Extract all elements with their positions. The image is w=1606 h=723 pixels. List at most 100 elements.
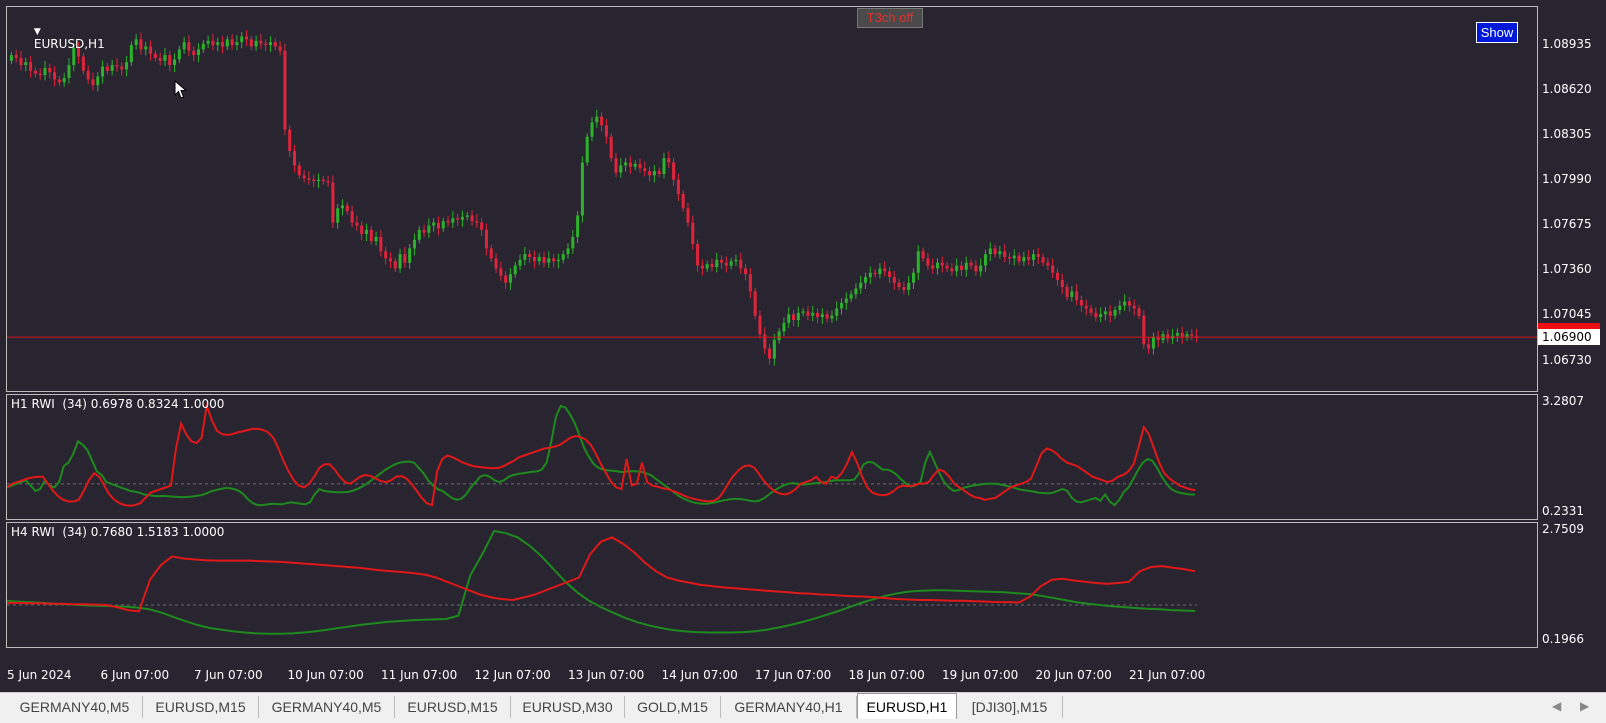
candle — [998, 245, 1002, 259]
candle — [840, 298, 844, 315]
candle — [38, 68, 42, 80]
chart-tab[interactable]: GERMANY40,H1 — [721, 696, 857, 718]
show-button[interactable]: Show — [1476, 22, 1518, 43]
chart-tab[interactable]: GOLD,M15 — [625, 696, 721, 718]
candle — [460, 210, 464, 227]
candle — [643, 161, 647, 177]
candle — [926, 253, 930, 271]
candle — [873, 269, 877, 278]
candle — [163, 48, 167, 67]
candle — [1003, 244, 1007, 263]
candle — [955, 258, 959, 277]
candle — [297, 161, 301, 179]
candle — [921, 247, 925, 263]
main-price-pane[interactable]: ▼ EURUSD,H1 — [6, 6, 1538, 392]
chart-tab[interactable]: EURUSD,M15 — [395, 696, 511, 718]
candle — [576, 211, 580, 244]
h4-rwi-label: H4 RWI (34) 0.7680 1.5183 1.0000 — [11, 525, 225, 539]
candle — [1022, 251, 1026, 266]
candle — [868, 266, 872, 285]
candle — [945, 262, 949, 273]
candle — [1103, 306, 1107, 321]
candle — [547, 251, 551, 269]
candle — [221, 36, 225, 54]
chart-tab[interactable]: [DJI30],M15 — [957, 696, 1063, 718]
candle — [700, 259, 704, 276]
candle — [662, 152, 666, 179]
candle — [412, 233, 416, 256]
candle — [532, 250, 536, 269]
h4-rwi-axis[interactable]: 2.7509 0.1966 — [1536, 522, 1606, 646]
h1-rwi-chart[interactable] — [7, 395, 1537, 519]
price-tick-label: 1.07990 — [1542, 172, 1592, 187]
time-tick-label: 11 Jun 07:00 — [381, 668, 458, 682]
candle — [950, 263, 954, 276]
candle — [849, 290, 853, 303]
candle — [844, 292, 848, 310]
time-axis[interactable]: 5 Jun 2024 6 Jun 07:00 7 Jun 07:00 10 Jun 0… — [0, 666, 1536, 690]
candle — [53, 66, 57, 87]
price-axis[interactable]: 1.08935 1.08620 1.08305 1.07990 1.07675 1.073… — [1536, 6, 1606, 390]
candle — [91, 72, 95, 91]
candle — [1195, 328, 1199, 343]
candle — [830, 310, 834, 324]
candle — [537, 253, 541, 265]
candle — [96, 72, 100, 92]
price-tick-label: 1.06730 — [1542, 352, 1592, 367]
candle — [1046, 257, 1050, 271]
chart-window: ▼ EURUSD,H1 T3ch off Show 1.08935 1.08620… — [0, 0, 1606, 692]
chart-tab[interactable]: EURUSD,M30 — [511, 696, 625, 718]
candle — [777, 327, 781, 344]
time-tick-label: 13 Jun 07:00 — [568, 668, 645, 682]
candle — [456, 213, 460, 226]
candle — [969, 259, 973, 270]
time-tick-label: 10 Jun 07:00 — [287, 668, 364, 682]
candle — [787, 307, 791, 329]
candle — [619, 158, 623, 178]
t3ch-toggle-button[interactable]: T3ch off — [857, 8, 923, 28]
h4-rwi-chart[interactable] — [7, 523, 1537, 647]
candle — [604, 119, 608, 144]
candle — [192, 46, 196, 62]
chart-tab[interactable]: GERMANY40,M5 — [259, 696, 395, 718]
candle — [825, 310, 829, 323]
candle — [120, 62, 124, 76]
candle — [1113, 306, 1117, 320]
triangle-down-icon[interactable]: ▼ — [34, 27, 41, 37]
h1-rwi-axis[interactable]: 3.2807 0.2331 — [1536, 394, 1606, 518]
candle — [1190, 329, 1194, 341]
candle — [916, 245, 920, 280]
candle — [1166, 329, 1170, 344]
candle — [1132, 299, 1136, 316]
candle — [705, 260, 709, 273]
candle — [168, 50, 172, 72]
candle — [902, 281, 906, 295]
chart-tab[interactable]: EURUSD,M15 — [143, 696, 259, 718]
candle — [465, 211, 469, 221]
candle — [1051, 258, 1055, 279]
h4-rwi-pane[interactable]: H4 RWI (34) 0.7680 1.5183 1.0000 — [6, 522, 1538, 648]
candle — [57, 75, 61, 86]
h1-rwi-pane[interactable]: H1 RWI (34) 0.6978 0.8324 1.0000 — [6, 394, 1538, 520]
chart-tab[interactable]: EURUSD,H1 — [857, 693, 957, 719]
symbol-title[interactable]: ▼ EURUSD,H1 — [11, 9, 105, 65]
candle — [1127, 296, 1131, 312]
candle — [432, 218, 436, 232]
candlestick-chart[interactable] — [7, 7, 1537, 391]
candle — [446, 215, 450, 228]
rwi-high-line — [7, 404, 1195, 507]
candle — [225, 35, 229, 51]
chart-tab[interactable]: GERMANY40,M5 — [7, 696, 143, 718]
candle — [892, 270, 896, 290]
candle — [153, 50, 157, 62]
time-tick-label: 5 Jun 2024 — [7, 668, 72, 682]
chevron-left-icon[interactable]: ◀ — [1552, 699, 1561, 713]
candle — [566, 243, 570, 259]
candle — [177, 45, 181, 63]
candle — [504, 271, 508, 289]
candle — [259, 33, 263, 49]
candle — [681, 190, 685, 212]
candle — [595, 109, 599, 128]
price-tick-label: 1.08305 — [1542, 126, 1592, 141]
chevron-right-icon[interactable]: ▶ — [1580, 699, 1589, 713]
